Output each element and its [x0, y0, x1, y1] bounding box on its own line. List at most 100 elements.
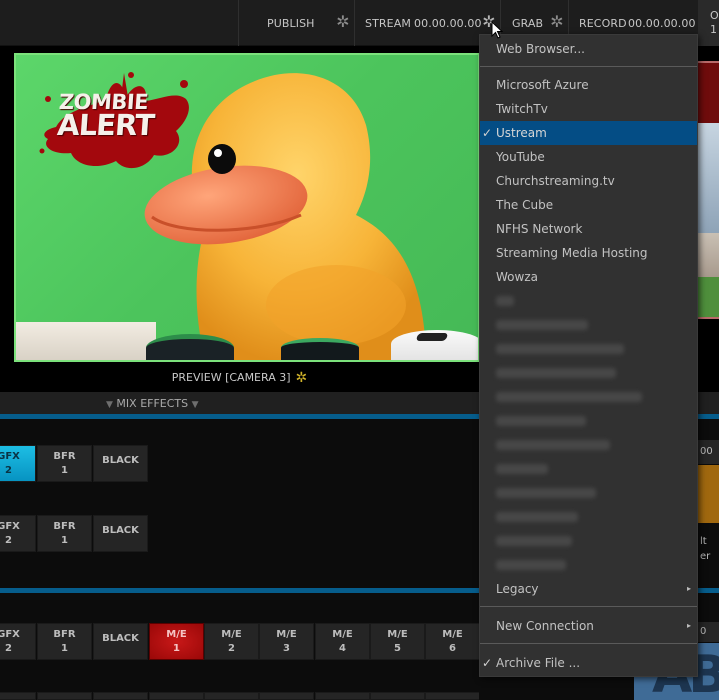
menu-item-archive-file[interactable]: ✓ Archive File ... — [480, 651, 697, 675]
button-label: M/E — [332, 629, 353, 640]
source-button-bfr1[interactable]: BFR 1 — [37, 623, 92, 660]
program-monitor-partial — [698, 46, 719, 392]
source-button-me5[interactable]: M/E 5 — [370, 623, 425, 660]
button-number: 6 — [449, 643, 456, 654]
menu-item-redacted[interactable] — [480, 289, 697, 313]
button-label: BFR — [53, 629, 76, 640]
source-button-me3[interactable]: M/E 3 — [259, 623, 314, 660]
redacted-text — [496, 440, 610, 450]
preview-source-label: PREVIEW [CAMERA 3] — [171, 371, 291, 384]
button-number: 2 — [5, 643, 12, 654]
output-label-partial: O — [710, 9, 719, 22]
mix-effects-toggle[interactable]: ▼ MIX EFFECTS ▼ — [106, 397, 199, 410]
stream-button[interactable]: STREAM — [365, 17, 411, 30]
output-number-partial: 1 — [710, 23, 717, 36]
source-button-black[interactable]: BLACK — [93, 445, 148, 482]
source-button-me6[interactable]: M/E 6 — [425, 623, 480, 660]
right-text-line: lt — [700, 536, 707, 547]
redacted-text — [496, 296, 514, 306]
button-label: BLACK — [102, 633, 139, 644]
menu-item-redacted[interactable] — [480, 529, 697, 553]
menu-item-new-connection[interactable]: New Connection ▸ — [480, 614, 697, 638]
menu-item-wowza[interactable]: Wowza — [480, 265, 697, 289]
output-panel-partial[interactable]: O 1 — [698, 0, 719, 46]
right-orange-button[interactable] — [698, 465, 719, 523]
menu-item-redacted[interactable] — [480, 481, 697, 505]
menu-item-churchstreaming[interactable]: Churchstreaming.tv — [480, 169, 697, 193]
menu-item-web-browser[interactable]: Web Browser... — [480, 37, 697, 61]
preview-settings-gear-icon[interactable]: ✲ — [296, 370, 308, 386]
program-skyline — [698, 123, 719, 233]
redacted-text — [496, 368, 616, 378]
preview-monitor: ZOMBIE ALERT PREVIEW [CAMERA 3] ✲ — [0, 46, 480, 392]
redacted-text — [496, 512, 578, 522]
menu-item-redacted[interactable] — [480, 505, 697, 529]
redacted-text — [496, 536, 572, 546]
menu-item-redacted[interactable] — [480, 385, 697, 409]
menu-item-label: NFHS Network — [496, 222, 583, 236]
button-label: GFX — [0, 451, 20, 462]
submenu-arrow-icon: ▸ — [686, 584, 691, 593]
source-button-partial[interactable] — [315, 692, 370, 700]
menu-item-redacted[interactable] — [480, 553, 697, 577]
menu-item-legacy[interactable]: Legacy ▸ — [480, 577, 697, 601]
menu-item-redacted[interactable] — [480, 433, 697, 457]
grab-button[interactable]: GRAB — [512, 17, 543, 30]
record-button[interactable]: RECORD — [579, 17, 627, 30]
triangle-down-icon: ▼ — [191, 400, 199, 410]
button-number: 5 — [394, 643, 401, 654]
redacted-text — [496, 464, 548, 474]
source-button-black[interactable]: BLACK — [93, 515, 148, 552]
source-button-me1[interactable]: M/E 1 — [149, 623, 204, 660]
right-text-partial: lt er — [700, 534, 710, 564]
menu-separator — [480, 66, 697, 67]
menu-item-twitchtv[interactable]: TwitchTv — [480, 97, 697, 121]
menu-item-ustream[interactable]: ✓ Ustream — [480, 121, 697, 145]
menu-item-redacted[interactable] — [480, 361, 697, 385]
source-button-partial[interactable] — [0, 692, 36, 700]
source-button-bfr1[interactable]: BFR 1 — [37, 515, 92, 552]
publish-button[interactable]: PUBLISH — [267, 17, 315, 30]
menu-item-label: Streaming Media Hosting — [496, 246, 648, 260]
source-button-partial[interactable] — [370, 692, 425, 700]
stream-provider-menu: Web Browser... Microsoft Azure TwitchTv … — [479, 34, 698, 677]
button-number: 1 — [61, 465, 68, 476]
source-button-partial[interactable] — [425, 692, 479, 700]
grab-settings-gear-icon[interactable]: ✲ — [549, 14, 565, 30]
source-button-gfx2[interactable]: GFX 2 — [0, 515, 36, 552]
source-button-partial[interactable] — [93, 692, 148, 700]
right-text-line: er — [700, 551, 711, 562]
menu-item-redacted[interactable] — [480, 337, 697, 361]
source-button-partial[interactable] — [37, 692, 92, 700]
redacted-text — [496, 344, 624, 354]
source-button-me4[interactable]: M/E 4 — [315, 623, 370, 660]
menu-item-redacted[interactable] — [480, 409, 697, 433]
source-button-black[interactable]: BLACK — [93, 623, 148, 660]
source-button-me2[interactable]: M/E 2 — [204, 623, 259, 660]
source-button-gfx2[interactable]: GFX 2 — [0, 623, 36, 660]
button-label: GFX — [0, 629, 20, 640]
publish-settings-gear-icon[interactable]: ✲ — [335, 14, 351, 30]
source-button-bfr1[interactable]: BFR 1 — [37, 445, 92, 482]
menu-item-microsoft-azure[interactable]: Microsoft Azure — [480, 73, 697, 97]
program-border — [698, 317, 719, 319]
menu-item-redacted[interactable] — [480, 313, 697, 337]
menu-item-nfhs-network[interactable]: NFHS Network — [480, 217, 697, 241]
right-value-label: 00 — [700, 446, 713, 457]
redacted-text — [496, 488, 596, 498]
source-button-partial[interactable] — [204, 692, 259, 700]
right-value-panel: 00 — [698, 440, 719, 464]
table-surface — [16, 322, 156, 360]
triangle-down-icon: ▼ — [106, 400, 113, 410]
menu-item-the-cube[interactable]: The Cube — [480, 193, 697, 217]
menu-item-label: Microsoft Azure — [496, 78, 589, 92]
preview-video[interactable]: ZOMBIE ALERT — [14, 53, 480, 362]
source-button-partial[interactable] — [149, 692, 204, 700]
menu-item-label: Wowza — [496, 270, 538, 284]
menu-item-redacted[interactable] — [480, 457, 697, 481]
source-button-gfx2[interactable]: GFX 2 — [0, 445, 36, 482]
menu-item-youtube[interactable]: YouTube — [480, 145, 697, 169]
menu-item-streaming-media-hosting[interactable]: Streaming Media Hosting — [480, 241, 697, 265]
source-button-partial[interactable] — [259, 692, 314, 700]
right-bottom-panel: 0 — [698, 622, 719, 642]
